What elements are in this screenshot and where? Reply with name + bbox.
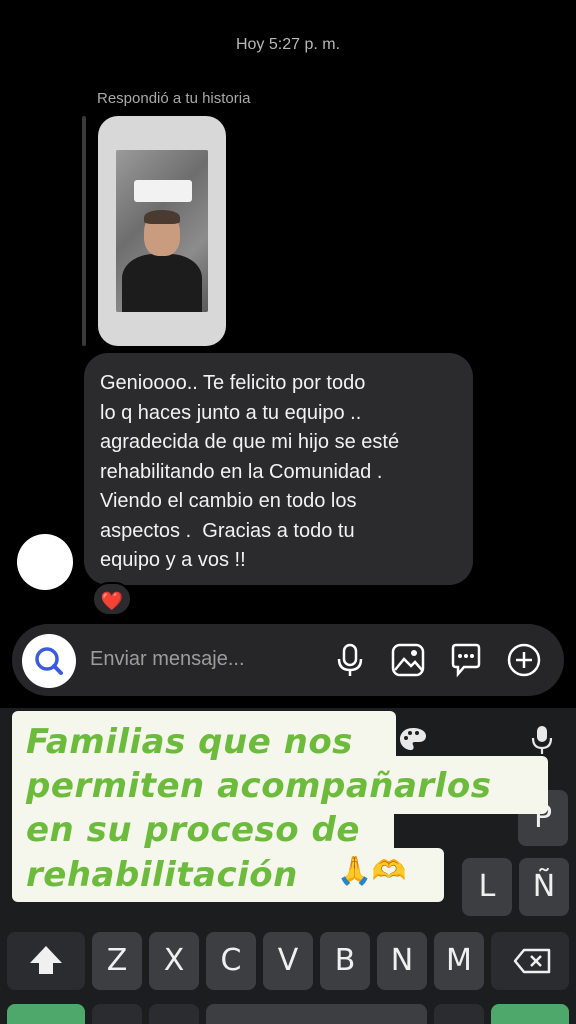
heart-reaction[interactable]: ❤️ [92,582,132,616]
comma-key[interactable] [149,1004,199,1024]
message-line: aspectos . Gracias a todo tu [100,519,355,542]
key-c[interactable]: C [206,932,256,990]
symbols-key[interactable] [7,1004,85,1024]
message-composer: Enviar mensaje... [12,624,564,696]
message-line: Viendo el cambio en todo los [100,490,357,512]
palette-icon[interactable] [398,726,428,752]
emoji-key[interactable] [92,1004,142,1024]
microphone-icon[interactable] [332,642,368,678]
message-line: Genioooo.. Te felicito por todo [100,372,366,394]
message-timestamp: Hoy 5:27 p. m. [235,36,341,53]
story-person-hair [144,210,180,224]
key-x[interactable]: X [149,932,199,990]
story-thumbnail[interactable] [98,116,226,346]
microphone-icon[interactable] [530,724,554,756]
shift-icon [30,946,62,974]
gallery-icon[interactable] [390,642,426,678]
reply-context-label: Respondió a tu historia [97,90,251,107]
overlay-caption-line: en su proceso de [26,810,360,850]
sender-avatar[interactable] [20,537,70,587]
key-n[interactable]: N [377,932,427,990]
story-question-box [134,180,192,202]
reply-quote-bar [82,116,86,346]
message-line: agradecida de que mi hijo se esté [100,431,400,453]
plus-icon[interactable] [506,642,542,678]
sticker-icon[interactable] [448,642,484,678]
pray-hands-heart-icon: 🙏🫶 [337,855,407,886]
key-z[interactable]: Z [92,932,142,990]
backspace-key[interactable] [491,932,569,990]
key-b[interactable]: B [320,932,370,990]
overlay-caption-line: Familias que nos [26,722,353,762]
key-m[interactable]: M [434,932,484,990]
key-ene[interactable]: Ñ [519,858,569,916]
story-person-body [122,254,202,312]
message-line: lo q haces junto a tu equipo .. [100,401,362,424]
search-button[interactable] [22,634,76,688]
search-icon [35,647,63,675]
space-key[interactable] [206,1004,427,1024]
shift-key[interactable] [7,932,85,990]
key-v[interactable]: V [263,932,313,990]
message-line: equipo y a vos !! [100,549,246,571]
backspace-icon [513,948,551,974]
enter-key[interactable] [491,1004,569,1024]
message-line: rehabilitando en la Comunidad . [100,460,383,483]
key-l[interactable]: L [462,858,512,916]
overlay-caption-line: rehabilitación [26,855,298,895]
message-input[interactable]: Enviar mensaje... [90,648,245,671]
overlay-caption-line: permiten acompañarlos [26,766,492,806]
message-bubble[interactable]: Genioooo.. Te felicito por todo lo q hac… [84,353,473,585]
period-key[interactable] [434,1004,484,1024]
story-image [116,150,208,312]
